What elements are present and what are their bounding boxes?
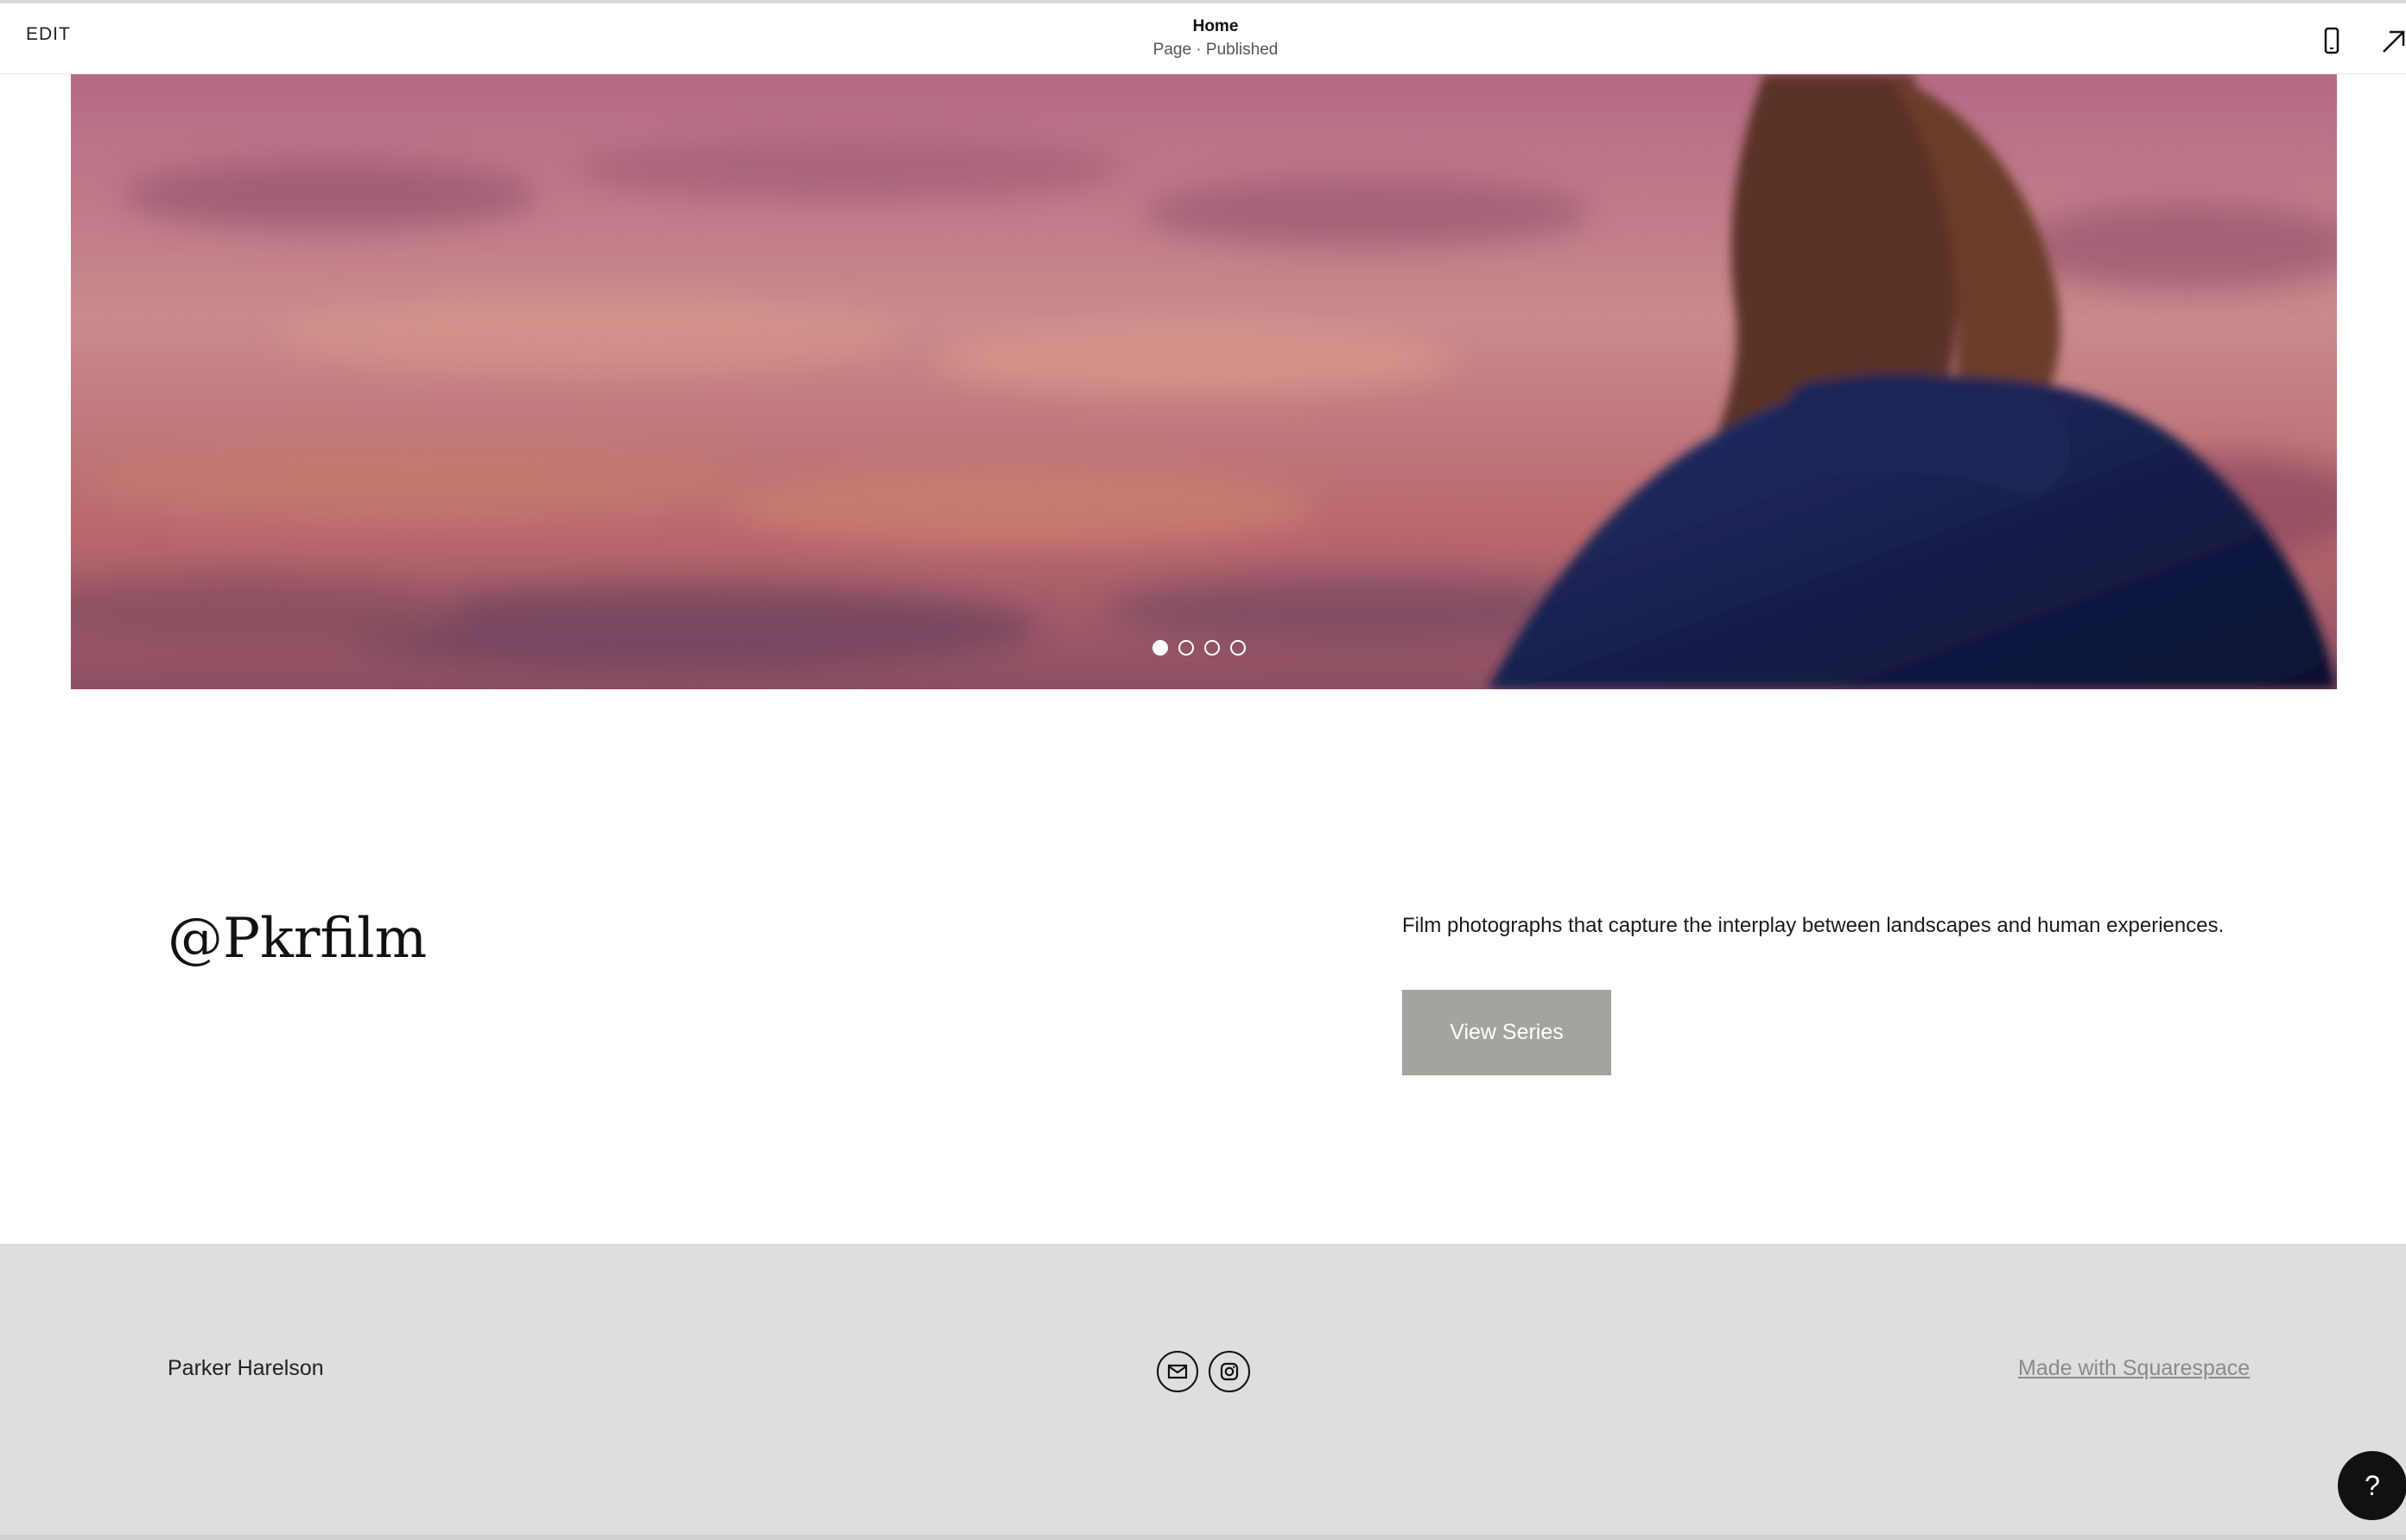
arrow-up-right-icon[interactable] (2379, 26, 2406, 57)
email-icon[interactable] (1157, 1351, 1198, 1392)
help-button[interactable]: ? (2338, 1451, 2406, 1520)
slide-dot-3[interactable] (1204, 640, 1220, 656)
site-handle-heading: @Pkrfilm (168, 907, 428, 971)
view-series-button[interactable]: View Series (1402, 990, 1611, 1075)
mobile-preview-icon[interactable] (2319, 26, 2345, 57)
page-status: Page · Published (1152, 41, 1279, 59)
slide-dot-2[interactable] (1178, 640, 1194, 656)
bottom-border (0, 1535, 2406, 1540)
slide-dot-4[interactable] (1230, 640, 1246, 656)
hero-image (71, 74, 2337, 689)
site-footer: Parker Harelson Made with Squarespace (0, 1244, 2406, 1540)
instagram-icon[interactable] (1209, 1351, 1250, 1392)
made-with-squarespace-link[interactable]: Made with Squarespace (2018, 1356, 2250, 1381)
slide-indicators (1152, 640, 1256, 657)
editor-toolbar: EDIT Home Page · Published (0, 3, 2406, 74)
page-title: Home (1192, 17, 1239, 35)
hero-slideshow[interactable] (71, 74, 2337, 689)
slide-dot-1[interactable] (1152, 640, 1168, 656)
edit-button[interactable]: EDIT (26, 24, 71, 45)
tagline-text: Film photographs that capture the interp… (1402, 914, 2225, 937)
footer-name: Parker Harelson (168, 1356, 324, 1380)
